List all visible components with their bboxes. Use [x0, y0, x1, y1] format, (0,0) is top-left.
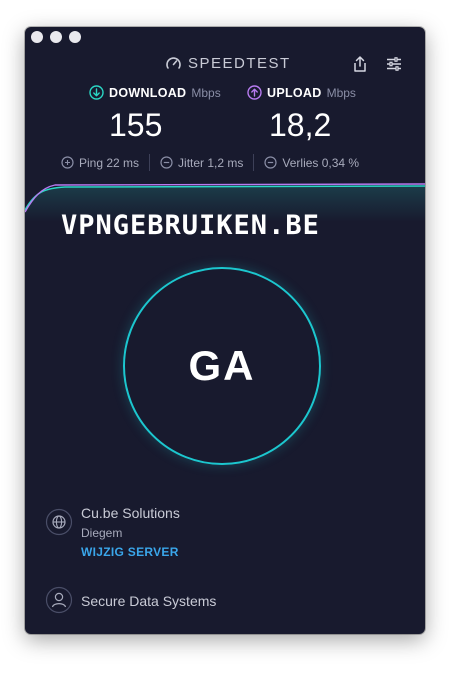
jitter-icon: [160, 156, 173, 169]
maximize-window-button[interactable]: [69, 31, 81, 43]
upload-unit: Mbps: [326, 85, 356, 100]
globe-icon: [45, 508, 73, 536]
server-location: Diegem: [81, 526, 123, 540]
go-button[interactable]: GA: [123, 267, 321, 465]
settings-sliders-icon[interactable]: [385, 55, 403, 73]
watermark-text: VPNGEBRUIKEN.BE: [61, 210, 320, 241]
ping-stat: Ping 22 ms: [61, 156, 139, 170]
server-name: Cu.be Solutions: [81, 505, 180, 521]
speedtest-window: SPEEDTEST DOWNLOAD Mbps 155 UPLOAD Mbps …: [25, 27, 425, 634]
window-controls: [31, 31, 81, 43]
share-icon[interactable]: [351, 55, 369, 73]
ping-text: Ping 22 ms: [79, 155, 140, 170]
upload-value: 18,2: [269, 107, 332, 143]
loss-stat: Verlies 0,34 %: [264, 156, 359, 170]
download-value: 155: [109, 107, 163, 143]
minimize-window-button[interactable]: [50, 31, 62, 43]
change-server-link[interactable]: WIJZIG SERVER: [81, 545, 179, 559]
ping-icon: [61, 156, 74, 169]
jitter-text: Jitter 1,2 ms: [178, 155, 244, 170]
speedometer-icon: [166, 57, 181, 69]
close-window-button[interactable]: [31, 31, 43, 43]
download-unit: Mbps: [191, 85, 221, 100]
download-label: DOWNLOAD: [109, 85, 187, 100]
stat-divider: [253, 154, 255, 171]
person-icon: [45, 586, 73, 614]
upload-label: UPLOAD: [267, 85, 322, 100]
connection-stats: Ping 22 ms Jitter 1,2 ms Verlies 0,34 %: [61, 154, 359, 171]
app-title: SPEEDTEST: [188, 55, 291, 72]
stat-divider: [149, 154, 151, 171]
app-logo: SPEEDTEST: [165, 55, 291, 72]
download-metric-header: DOWNLOAD Mbps: [89, 85, 221, 100]
download-arrow-icon: [89, 85, 104, 100]
jitter-stat: Jitter 1,2 ms: [160, 156, 243, 170]
provider-name: Secure Data Systems: [81, 593, 217, 609]
packet-loss-icon: [264, 156, 277, 169]
upload-arrow-icon: [247, 85, 262, 100]
upload-metric-header: UPLOAD Mbps: [247, 85, 356, 100]
go-label: GA: [188, 342, 256, 389]
loss-text: Verlies 0,34 %: [282, 155, 360, 170]
